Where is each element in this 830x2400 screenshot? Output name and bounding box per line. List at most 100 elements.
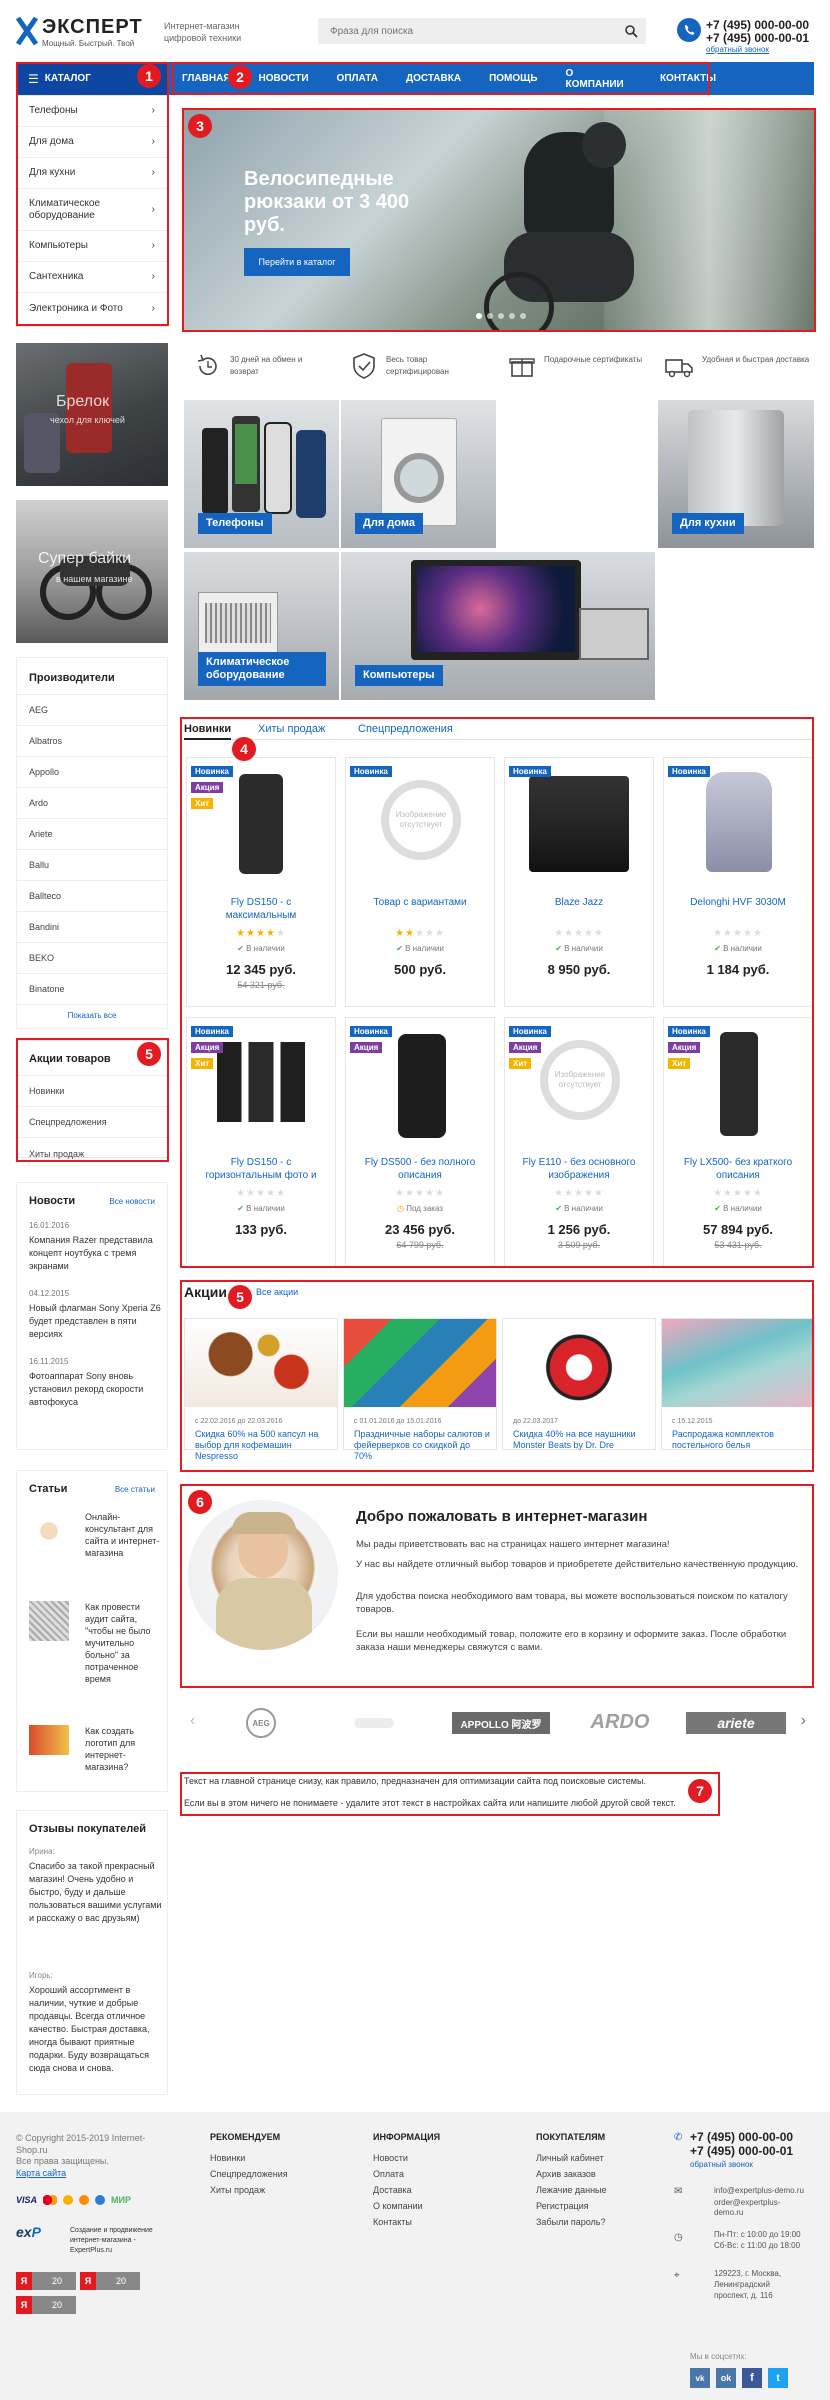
news-item-text[interactable]: Фотоаппарат Sony вновь установил рекорд … (29, 1370, 163, 1409)
logo[interactable]: ЭКСПЕРТ Мощный. Быстрый. Твой (16, 16, 142, 48)
search-box[interactable] (318, 18, 646, 44)
article-link[interactable]: Как создать логотип для интернет-магазин… (85, 1725, 163, 1773)
footer-phone-2[interactable]: +7 (495) 000-00-01 (690, 2144, 793, 2158)
manufacturer-link[interactable]: Ballteco (17, 881, 167, 912)
article-thumb[interactable] (29, 1511, 69, 1551)
catalog-item-plumbing[interactable]: Сантехника › (17, 262, 167, 293)
catalog-item-kitchen[interactable]: Для кухни › (17, 158, 167, 189)
banner-cta-button[interactable]: Перейти в каталог (244, 248, 350, 276)
product-name[interactable]: Fly LX500- без краткого описания (672, 1156, 804, 1182)
footer-link[interactable]: Хиты продаж (210, 2182, 350, 2198)
catalog-item-phones[interactable]: Телефоны › (17, 96, 167, 127)
product-card[interactable]: Новинка Акция Хит Fly LX500- без краткого о… (663, 1017, 813, 1267)
nav-item-payment[interactable]: ОПЛАТА (337, 73, 378, 84)
footer-link[interactable]: Архив заказов (536, 2166, 666, 2182)
product-name[interactable]: Fly E110 - без основного изображения (513, 1156, 645, 1182)
product-card[interactable]: Новинка Акция Хит Fly DS150 - с горизонталь… (186, 1017, 336, 1267)
odnoklassniki-icon[interactable]: ok (716, 2368, 736, 2388)
product-name[interactable]: Fly DS150 - с горизонтальным фото и (195, 1156, 327, 1182)
hero-banner[interactable]: Велосипедные рюкзаки от 3 400 руб. Перей… (184, 110, 814, 330)
manufacturer-link[interactable]: BEKO (17, 943, 167, 974)
news-item-text[interactable]: Компания Razer представила концепт ноутб… (29, 1234, 163, 1273)
header-callback-link[interactable]: обратный звонок (706, 45, 769, 54)
manufacturer-link[interactable]: Albatros (17, 726, 167, 757)
product-name[interactable]: Fly DS150 - с максимальным (195, 896, 327, 922)
nav-item-help[interactable]: ПОМОЩЬ (489, 73, 537, 84)
product-name[interactable]: Blaze Jazz (513, 896, 645, 909)
tab-special[interactable]: Спецпредложения (358, 723, 453, 735)
side-banner-keychain[interactable]: Брелок чехол для ключей (16, 343, 168, 486)
product-card[interactable]: Новинка Акция Хит Fly DS150 - с максимальны… (186, 757, 336, 1007)
side-banner-bikes[interactable]: Супер байки в нашем магазине (16, 500, 168, 643)
chevron-right-icon[interactable]: › (801, 1712, 806, 1730)
category-tile-home[interactable]: Для дома (341, 400, 496, 548)
brand-logo-ariete[interactable]: ariete (686, 1712, 786, 1734)
catalog-item-home[interactable]: Для дома › (17, 127, 167, 158)
product-image[interactable] (720, 1032, 758, 1136)
product-card[interactable]: Изображение отсутствует Новинка Товар с ва… (345, 757, 495, 1007)
manufacturer-link[interactable]: AEG (17, 695, 167, 726)
manufacturer-link[interactable]: Binatone (17, 974, 167, 1005)
category-tile-climate[interactable]: Климатическое оборудование (184, 552, 339, 700)
action-image[interactable] (503, 1319, 655, 1407)
product-name[interactable]: Delonghi HVF 3030M (672, 896, 804, 909)
action-title[interactable]: Распродажа комплектов постельного белья (672, 1429, 808, 1451)
manufacturer-link[interactable]: Bandini (17, 912, 167, 943)
promo-menu-hits[interactable]: Хиты продаж (17, 1138, 167, 1169)
twitter-icon[interactable]: t (768, 2368, 788, 2388)
article-link[interactable]: Онлайн-консультант для сайта и интернет-… (85, 1511, 163, 1559)
promo-menu-new[interactable]: Новинки (17, 1076, 167, 1107)
no-image-placeholder[interactable]: Изображение отсутствует (540, 1040, 620, 1120)
manufacturer-link[interactable]: Ballu (17, 850, 167, 881)
product-name[interactable]: Fly DS500 - без полного описания (354, 1156, 486, 1182)
nav-item-news[interactable]: НОВОСТИ (259, 73, 309, 84)
tab-new[interactable]: Новинки (184, 723, 232, 740)
product-card[interactable]: Изображение отсутствует Новинка Акция Хит Fl… (504, 1017, 654, 1267)
no-image-placeholder[interactable]: Изображение отсутствует (381, 780, 461, 860)
all-news-link[interactable]: Все новости (109, 1197, 155, 1206)
search-input[interactable] (318, 18, 608, 44)
action-image[interactable] (344, 1319, 496, 1407)
product-rating[interactable]: ★★★★★ (505, 1188, 653, 1199)
product-rating[interactable]: ★★★★★ (505, 928, 653, 939)
developer-logo[interactable]: exP (16, 2224, 58, 2248)
all-articles-link[interactable]: Все статьи (115, 1485, 155, 1494)
footer-link[interactable]: Контакты (373, 2214, 513, 2230)
footer-link[interactable]: Новинки (210, 2150, 350, 2166)
promo-menu-special[interactable]: Спецпредложения (17, 1107, 167, 1138)
manufacturer-link[interactable]: Ardo (17, 788, 167, 819)
footer-link[interactable]: Забыли пароль? (536, 2214, 666, 2230)
product-image[interactable] (239, 774, 283, 874)
product-image[interactable] (398, 1034, 446, 1138)
action-card[interactable]: с 15.12.2015 Распродажа комплектов постел… (661, 1318, 815, 1450)
header-phone-2[interactable]: +7 (495) 000-00-01 (706, 31, 809, 45)
category-tile-phones[interactable]: Телефоны (184, 400, 339, 548)
catalog-item-computers[interactable]: Компьютеры › (17, 231, 167, 262)
brand-logo-blank[interactable] (354, 1718, 394, 1728)
action-image[interactable] (185, 1319, 337, 1407)
nav-item-contacts[interactable]: КОНТАКТЫ (660, 73, 716, 84)
product-image[interactable] (706, 772, 772, 872)
developer-credit[interactable]: Создание и продвижение интернет-магазина… (70, 2226, 168, 2256)
footer-link[interactable]: Новости (373, 2150, 513, 2166)
category-tile-kitchen[interactable]: Для кухни (658, 400, 814, 548)
catalog-item-electronics[interactable]: Электроника и Фото › (17, 293, 167, 324)
product-rating[interactable]: ★★★★★ (187, 928, 335, 939)
action-title[interactable]: Скидка 40% на все наушники Monster Beats… (513, 1429, 649, 1451)
manufacturer-link[interactable]: Ariete (17, 819, 167, 850)
footer-email-1[interactable]: info@expertplus-demo.ru (714, 2186, 814, 2195)
product-rating[interactable]: ★★★★★ (664, 1188, 812, 1199)
nav-item-home[interactable]: ГЛАВНАЯ (182, 73, 231, 84)
product-rating[interactable]: ★★★★★ (664, 928, 812, 939)
action-title[interactable]: Праздничные наборы салютов и фейерверков… (354, 1429, 490, 1462)
product-rating[interactable]: ★★★★★ (346, 928, 494, 939)
brand-logo-ardo[interactable]: ARDO (576, 1708, 664, 1736)
article-thumb[interactable] (29, 1725, 69, 1755)
footer-callback-link[interactable]: обратный звонок (690, 2160, 753, 2169)
brand-logo-aeg[interactable]: AEG (246, 1708, 276, 1738)
product-card[interactable]: Новинка Delonghi HVF 3030M ★★★★★ ✔ В наличи… (663, 757, 813, 1007)
tab-hits[interactable]: Хиты продаж (258, 723, 325, 735)
search-icon[interactable] (624, 24, 638, 38)
product-rating[interactable]: ★★★★★ (187, 1188, 335, 1199)
facebook-icon[interactable]: f (742, 2368, 762, 2388)
